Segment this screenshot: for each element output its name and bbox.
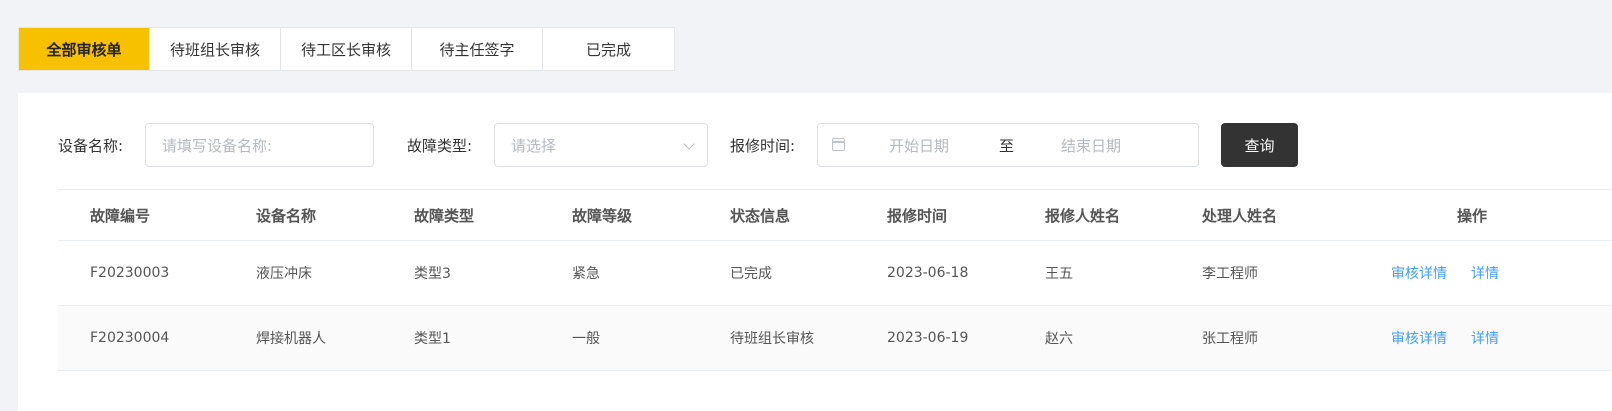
content-panel: 设备名称: 请填写设备名称: 故障类型: 请选择 报修时间: 开始日期 至 结束…	[18, 93, 1612, 411]
device-name-label: 设备名称:	[58, 136, 124, 155]
actions-cell: 审核详情 详情	[1391, 306, 1499, 370]
status-cell: 待班组长审核	[730, 331, 814, 347]
fault-type-cell: 类型3	[414, 266, 451, 282]
date-end-input[interactable]: 结束日期	[1061, 124, 1121, 166]
date-range-picker[interactable]: 开始日期 至 结束日期	[817, 123, 1199, 167]
fault-level-cell: 一般	[572, 331, 600, 347]
column-header: 故障等级	[572, 206, 633, 225]
report-time-cell: 2023-06-19	[887, 330, 969, 346]
handler-cell: 李工程师	[1202, 266, 1258, 282]
device-name-cell: 焊接机器人	[256, 331, 326, 347]
handler-cell: 张工程师	[1202, 331, 1258, 347]
tab-pending-director[interactable]: 待主任签字	[412, 28, 543, 70]
review-detail-link[interactable]: 审核详情	[1391, 263, 1447, 283]
query-button[interactable]: 查询	[1221, 123, 1298, 167]
column-header: 状态信息	[730, 206, 791, 225]
tab-pending-area-manager[interactable]: 待工区长审核	[281, 28, 412, 70]
report-time-label: 报修时间:	[730, 136, 796, 155]
device-name-cell: 液压冲床	[256, 266, 312, 282]
fault-table: 故障编号 设备名称 故障类型 故障等级 状态信息 报修时间 报修人姓名 处理人姓…	[58, 189, 1612, 371]
table-row: F20230003 液压冲床 类型3 紧急 已完成 2023-06-18 王五 …	[58, 241, 1612, 306]
date-separator: 至	[999, 136, 1015, 155]
device-name-input[interactable]: 请填写设备名称:	[145, 123, 374, 167]
review-detail-link[interactable]: 审核详情	[1391, 328, 1447, 348]
chevron-down-icon	[683, 138, 695, 150]
reporter-cell: 赵六	[1045, 331, 1073, 347]
fault-id-cell: F20230003	[90, 265, 170, 281]
tab-all[interactable]: 全部审核单	[19, 28, 150, 70]
report-time-cell: 2023-06-18	[887, 265, 969, 281]
tab-completed[interactable]: 已完成	[543, 28, 674, 70]
actions-cell: 审核详情 详情	[1391, 241, 1499, 305]
tab-pending-team-leader[interactable]: 待班组长审核	[150, 28, 281, 70]
filter-bar: 设备名称: 请填写设备名称: 故障类型: 请选择 报修时间: 开始日期 至 结束…	[18, 123, 1612, 167]
column-header: 报修时间	[887, 206, 948, 225]
table-header: 故障编号 设备名称 故障类型 故障等级 状态信息 报修时间 报修人姓名 处理人姓…	[58, 190, 1612, 241]
column-header: 处理人姓名	[1202, 206, 1278, 225]
fault-type-label: 故障类型:	[407, 136, 473, 155]
fault-level-cell: 紧急	[572, 266, 600, 282]
status-cell: 已完成	[730, 266, 772, 282]
column-header: 故障类型	[414, 206, 475, 225]
column-header: 故障编号	[90, 206, 151, 225]
fault-type-placeholder: 请选择	[511, 136, 557, 155]
table-row: F20230004 焊接机器人 类型1 一般 待班组长审核 2023-06-19…	[58, 306, 1612, 371]
status-tabs: 全部审核单 待班组长审核 待工区长审核 待主任签字 已完成	[18, 27, 675, 71]
detail-link[interactable]: 详情	[1471, 328, 1499, 348]
column-header: 报修人姓名	[1045, 206, 1121, 225]
fault-id-cell: F20230004	[90, 330, 170, 346]
fault-type-cell: 类型1	[414, 331, 451, 347]
detail-link[interactable]: 详情	[1471, 263, 1499, 283]
column-header: 设备名称	[256, 206, 317, 225]
reporter-cell: 王五	[1045, 266, 1073, 282]
column-header: 操作	[1457, 206, 1488, 225]
fault-type-select[interactable]: 请选择	[494, 123, 708, 167]
calendar-icon	[832, 138, 845, 151]
date-start-input[interactable]: 开始日期	[889, 124, 949, 166]
